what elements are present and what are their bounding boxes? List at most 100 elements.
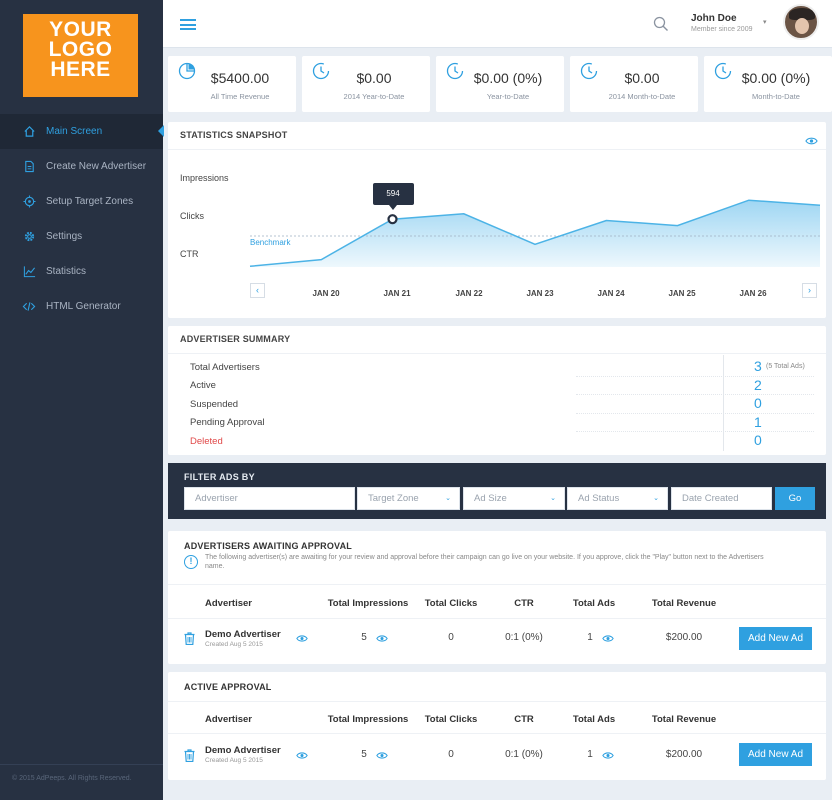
select-value: Target Zone bbox=[368, 493, 419, 504]
column-header: Total Ads bbox=[572, 598, 616, 609]
column-header: Total Clicks bbox=[424, 598, 478, 609]
add-new-ad-button[interactable]: Add New Ad bbox=[739, 627, 812, 650]
stat-label: 2014 Year-to-Date bbox=[343, 92, 405, 101]
eye-icon[interactable] bbox=[602, 634, 614, 646]
chart-prev-button[interactable]: ‹ bbox=[250, 283, 265, 298]
user-name[interactable]: John Doe bbox=[691, 13, 737, 24]
target-icon bbox=[21, 194, 37, 210]
column-header: Total Clicks bbox=[424, 714, 478, 725]
eye-icon[interactable] bbox=[376, 634, 388, 646]
summary-value-deleted[interactable]: 0 bbox=[754, 432, 762, 448]
trash-icon[interactable] bbox=[184, 749, 195, 765]
menu-icon[interactable] bbox=[180, 19, 196, 30]
stat-card: $0.00 2014 Month-to-Date bbox=[570, 56, 698, 112]
chevron-down-icon[interactable]: ▾ bbox=[763, 18, 767, 26]
stat-value: $0.00 bbox=[624, 70, 660, 86]
info-icon: ! bbox=[184, 555, 198, 569]
chart-highlight-point[interactable] bbox=[387, 214, 398, 225]
divider bbox=[723, 355, 724, 451]
sidebar-item-label: Statistics bbox=[46, 266, 87, 277]
sidebar-footer: © 2015 AdPeeps. All Rights Reserved. bbox=[0, 764, 163, 792]
summary-value-pending[interactable]: 1 bbox=[754, 414, 762, 430]
x-tick-label: JAN 26 bbox=[739, 289, 767, 298]
divider bbox=[576, 413, 814, 414]
summary-label-pending: Pending Approval bbox=[190, 417, 265, 428]
add-new-ad-button[interactable]: Add New Ad bbox=[739, 743, 812, 766]
clicks-value: 0 bbox=[448, 749, 454, 760]
eye-icon[interactable] bbox=[296, 634, 308, 646]
eye-icon[interactable] bbox=[602, 751, 614, 763]
trash-icon[interactable] bbox=[184, 632, 195, 648]
column-header: Advertiser bbox=[205, 714, 252, 725]
sidebar-item-label: HTML Generator bbox=[46, 301, 121, 312]
sidebar-item-target-zones[interactable]: Setup Target Zones bbox=[0, 184, 163, 219]
chart-area bbox=[250, 200, 820, 267]
sidebar-item-label: Settings bbox=[46, 231, 83, 242]
summary-label-suspended: Suspended bbox=[190, 399, 239, 410]
target-zone-select[interactable]: Target Zone ⌄ bbox=[357, 487, 460, 510]
eye-icon[interactable] bbox=[296, 751, 308, 763]
stat-card: $5400.00 All Time Revenue bbox=[168, 56, 296, 112]
avatar[interactable] bbox=[783, 4, 819, 40]
sidebar-item-statistics[interactable]: Statistics bbox=[0, 254, 163, 289]
chevron-down-icon: ⌄ bbox=[653, 495, 659, 502]
stat-card: $0.00 (0%) Month-to-Date bbox=[704, 56, 832, 112]
advertiser-created: Created Aug 5 2015 bbox=[205, 757, 263, 764]
stat-label: Month-to-Date bbox=[752, 92, 800, 101]
panel-title: STATISTICS SNAPSHOT bbox=[168, 122, 826, 150]
gear-icon bbox=[21, 229, 37, 245]
active-approval-panel: ACTIVE APPROVAL Advertiser Total Impress… bbox=[168, 672, 826, 780]
divider bbox=[576, 431, 814, 432]
revenue-value: $200.00 bbox=[665, 749, 703, 760]
column-header: Total Ads bbox=[572, 714, 616, 725]
sidebar: YOUR LOGO HERE Main Screen Create New Ad… bbox=[0, 0, 164, 800]
statistics-snapshot-panel: STATISTICS SNAPSHOT Impressions Clicks C… bbox=[168, 122, 826, 318]
advertiser-created: Created Aug 5 2015 bbox=[205, 641, 263, 648]
filter-bar: FILTER ADS BY Advertiser Target Zone ⌄ Ad… bbox=[168, 463, 826, 519]
advertiser-name[interactable]: Demo Advertiser bbox=[205, 745, 281, 756]
ads-value: 1 bbox=[587, 749, 593, 760]
panel-title: ACTIVE APPROVAL bbox=[184, 682, 272, 692]
ads-value: 1 bbox=[587, 632, 593, 643]
x-tick-label: JAN 22 bbox=[455, 289, 483, 298]
select-value: Ad Size bbox=[474, 493, 507, 504]
date-created-input[interactable]: Date Created bbox=[671, 487, 772, 510]
column-header: Total Revenue bbox=[651, 714, 717, 725]
advertiser-name[interactable]: Demo Advertiser bbox=[205, 629, 281, 640]
sidebar-item-label: Main Screen bbox=[46, 126, 103, 137]
stat-value: $0.00 (0%) bbox=[473, 70, 543, 86]
divider bbox=[576, 394, 814, 395]
go-button[interactable]: Go bbox=[775, 487, 815, 510]
divider bbox=[168, 584, 826, 585]
code-icon bbox=[21, 299, 37, 315]
column-header: Advertiser bbox=[205, 598, 252, 609]
summary-label-deleted: Deleted bbox=[190, 436, 223, 447]
ad-status-select[interactable]: Ad Status ⌄ bbox=[567, 487, 668, 510]
eye-icon[interactable] bbox=[376, 751, 388, 763]
summary-label-active: Active bbox=[190, 380, 216, 391]
summary-value-total[interactable]: 3 bbox=[754, 358, 762, 374]
divider bbox=[168, 701, 826, 702]
select-value: Ad Status bbox=[578, 493, 620, 504]
sidebar-item-settings[interactable]: Settings bbox=[0, 219, 163, 254]
search-icon[interactable] bbox=[653, 16, 669, 35]
panel-title-text: STATISTICS SNAPSHOT bbox=[180, 130, 288, 140]
summary-value-suspended[interactable]: 0 bbox=[754, 395, 762, 411]
panel-title: ADVERTISER SUMMARY bbox=[168, 326, 826, 354]
sidebar-item-main-screen[interactable]: Main Screen bbox=[0, 114, 164, 149]
chart-next-button[interactable]: › bbox=[802, 283, 817, 298]
sidebar-item-create-advertiser[interactable]: Create New Advertiser bbox=[0, 149, 163, 184]
summary-label-total: Total Advertisers bbox=[190, 362, 260, 373]
sidebar-item-html-generator[interactable]: HTML Generator bbox=[0, 289, 163, 324]
impressions-value: 5 bbox=[361, 749, 367, 760]
ctr-value: 0:1 (0%) bbox=[505, 632, 543, 643]
awaiting-approval-panel: ADVERTISERS AWAITING APPROVAL ! The foll… bbox=[168, 531, 826, 664]
logo[interactable]: YOUR LOGO HERE bbox=[23, 14, 138, 97]
advertiser-filter-input[interactable]: Advertiser bbox=[184, 487, 355, 510]
home-icon bbox=[21, 124, 37, 140]
revenue-value: $200.00 bbox=[665, 632, 703, 643]
summary-value-active[interactable]: 2 bbox=[754, 377, 762, 393]
chevron-down-icon: ⌄ bbox=[445, 495, 451, 502]
impressions-value: 5 bbox=[361, 632, 367, 643]
ad-size-select[interactable]: Ad Size ⌄ bbox=[463, 487, 565, 510]
